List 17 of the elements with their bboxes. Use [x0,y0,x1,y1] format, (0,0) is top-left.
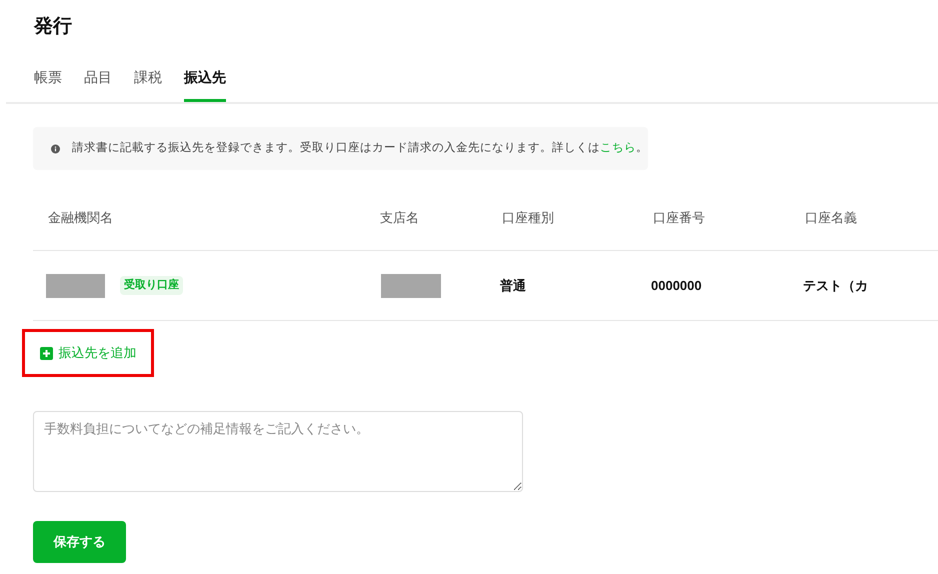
tab[interactable]: 課税 [134,56,162,102]
plus-icon [40,346,52,360]
tab[interactable]: 振込先 [184,56,226,102]
tab[interactable]: 品目 [84,56,112,102]
table-cell: 普通 [500,278,526,293]
page-title: 発行 [32,15,73,39]
column-header: 口座名義 [805,209,858,228]
info-text: 請求書に記載する振込先を登録できます。受取り口座はカード請求の入金先になります。詳しくは こちら。 [72,140,648,156]
table-cell: 0000000 [651,278,702,293]
table-cell: テスト（カ [803,278,868,293]
column-header: 口座種別 [502,209,555,228]
status-badge: 受取り口座 [120,276,183,295]
column-header: 口座番号 [653,209,706,228]
note-field[interactable]: 手数料負担についてなどの補足情報をご記入ください。 [33,411,523,492]
column-header: 支店名 [380,209,420,228]
column-header: 金融機関名 [48,209,114,228]
tab[interactable]: 帳票 [34,56,62,102]
